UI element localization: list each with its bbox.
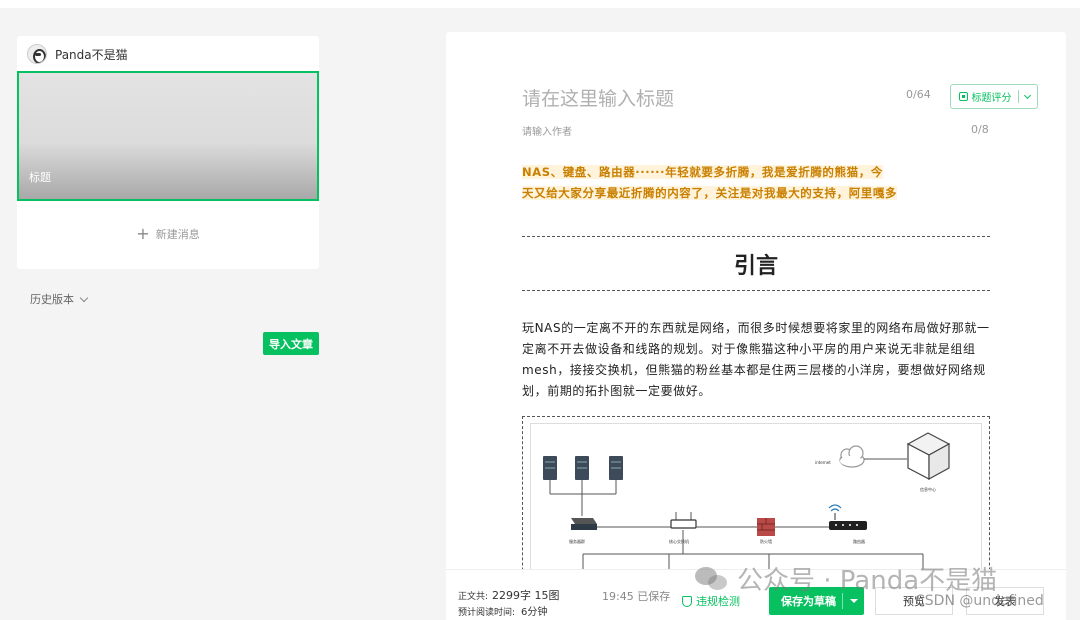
cloud-icon — [839, 445, 865, 468]
chevron-down-icon — [79, 293, 89, 302]
word-count-value: 2299字 15图 — [492, 589, 560, 602]
import-article-button[interactable]: 导入文章 — [263, 332, 319, 355]
chevron-down-icon — [1023, 91, 1031, 99]
shield-icon — [682, 595, 692, 607]
body-paragraph[interactable]: 玩NAS的一定离不开的东西就是网络，而很多时候想要将家里的网络布局做好那就一定离… — [522, 318, 992, 402]
article-list-card: Panda不是猫 标题 + 新建消息 — [17, 36, 319, 269]
firewall-icon — [757, 518, 775, 536]
title-input[interactable]: 请在这里输入标题 — [522, 84, 674, 111]
plus-icon: + — [136, 224, 150, 243]
account-name: Panda不是猫 — [55, 47, 128, 62]
title-score-label: 标题评分 — [971, 93, 1012, 104]
title-char-count: 0/64 — [906, 88, 931, 101]
new-message-button[interactable]: + 新建消息 — [17, 226, 319, 242]
watermark-text: 公众号 · Panda不是猫 — [737, 566, 998, 596]
router-icon — [828, 504, 867, 530]
intro-line-2: 天又给大家分享最近折腾的内容了，关注是对我最大的支持，阿里嘎多 — [522, 186, 898, 200]
word-count-label: 正文共: — [458, 592, 489, 602]
intro-line-1: NAS、键盘、路由器······年轻就要多折腾，我是爱折腾的熊猫，今 — [522, 165, 883, 179]
saved-status: 19:45 已保存 — [602, 590, 671, 603]
top-bar — [0, 0, 1080, 8]
title-score-button[interactable]: 标题评分 — [950, 84, 1038, 109]
avatar — [27, 44, 47, 64]
core-switch-label: 核心交换机 — [669, 538, 689, 544]
new-message-label: 新建消息 — [155, 228, 200, 241]
watermark: 公众号 · Panda不是猫 — [695, 560, 997, 597]
author-char-count: 0/8 — [971, 123, 989, 136]
history-versions-dropdown[interactable]: 历史版本 — [30, 291, 89, 307]
switch-icon — [571, 518, 597, 530]
dashed-divider — [522, 290, 990, 291]
editor-panel: 请在这里输入标题 0/64 标题评分 请输入作者 0/8 NAS、键盘、路由器·… — [446, 32, 1066, 620]
wechat-icon — [695, 566, 729, 591]
core-switch-icon — [670, 512, 697, 529]
dashed-divider — [522, 236, 990, 237]
account-header: Panda不是猫 — [27, 44, 128, 64]
history-label: 历史版本 — [30, 293, 74, 306]
article-cover[interactable]: 标题 — [17, 71, 319, 201]
read-time-value: 6分钟 — [521, 607, 548, 618]
server-box-icon — [906, 432, 951, 481]
word-count: 正文共: 2299字 15图 — [458, 587, 560, 603]
intro-paragraph[interactable]: NAS、键盘、路由器······年轻就要多折腾，我是爱折腾的熊猫，今 天又给大家… — [522, 162, 992, 204]
section-heading[interactable]: 引言 — [522, 248, 990, 280]
firewall-label: 防火墙 — [760, 538, 772, 544]
score-divider — [1017, 90, 1019, 103]
server-rack-icon — [543, 456, 623, 480]
read-time: 预计阅读时间: 6分钟 — [458, 603, 547, 618]
read-time-label: 预计阅读时间: — [458, 608, 516, 618]
caret-down-icon[interactable] — [850, 599, 858, 603]
data-center-label: 信息中心 — [920, 486, 936, 492]
router-label: 路由器 — [853, 538, 865, 544]
csdn-watermark: CSDN @undefined — [915, 593, 1044, 609]
internet-label: internet — [815, 460, 831, 465]
author-input[interactable]: 请输入作者 — [522, 123, 572, 138]
cover-title: 标题 — [29, 171, 51, 184]
score-icon — [958, 92, 968, 101]
server-group-label: 服务器群 — [569, 538, 585, 544]
